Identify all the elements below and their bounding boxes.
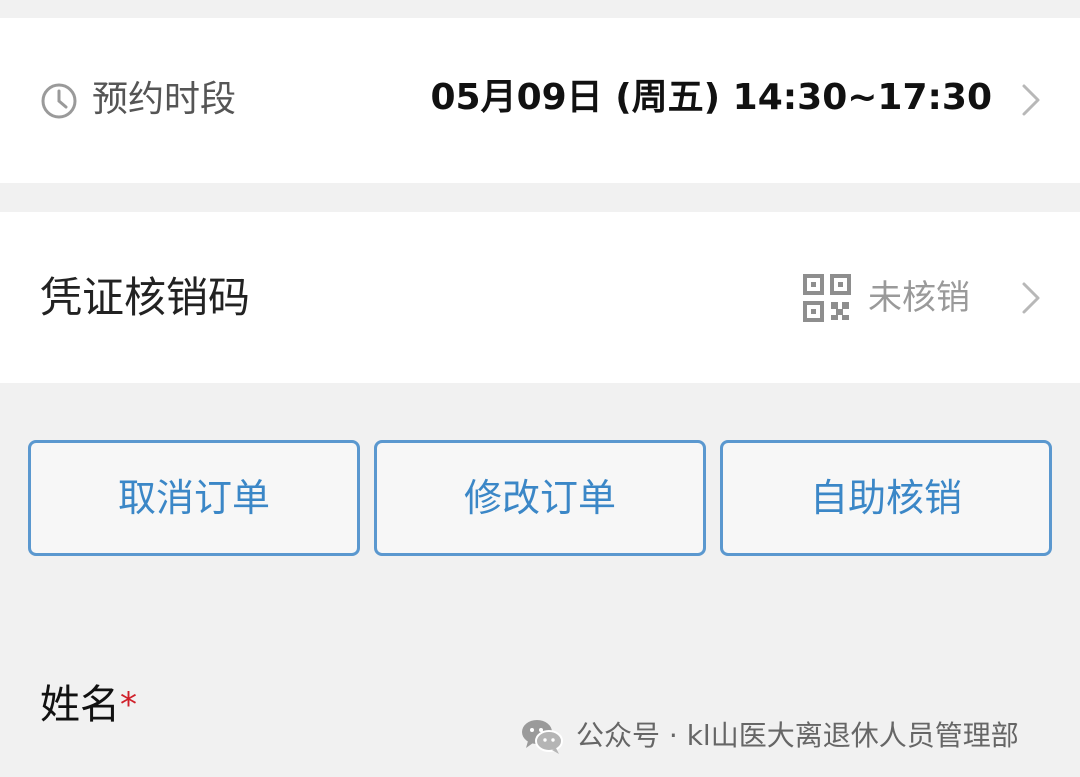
required-mark: * [120, 685, 137, 725]
wechat-icon [522, 720, 563, 754]
watermark-text: 公众号 · kl山医大离退休人员管理部 [576, 719, 1019, 752]
self-verify-button[interactable]: 自助核销 [720, 440, 1052, 556]
clock-icon [41, 83, 77, 119]
chevron-right-icon[interactable] [1020, 82, 1042, 118]
name-label-text: 姓名 [40, 682, 120, 728]
chevron-right-icon[interactable] [1020, 280, 1042, 316]
watermark: 公众号 · kl山医大离退休人员管理部 [520, 714, 1019, 758]
voucher-status: 未核销 [868, 278, 970, 318]
booking-time-label: 预约时段 [92, 79, 237, 120]
cancel-order-button[interactable]: 取消订单 [28, 440, 360, 556]
voucher-code-label: 凭证核销码 [40, 273, 251, 322]
modify-order-button[interactable]: 修改订单 [374, 440, 706, 556]
booking-time-value: 05月09日 (周五) 14:30~17:30 [430, 77, 992, 118]
name-field-label: 姓名* [40, 680, 137, 730]
qr-code-icon [803, 274, 851, 322]
